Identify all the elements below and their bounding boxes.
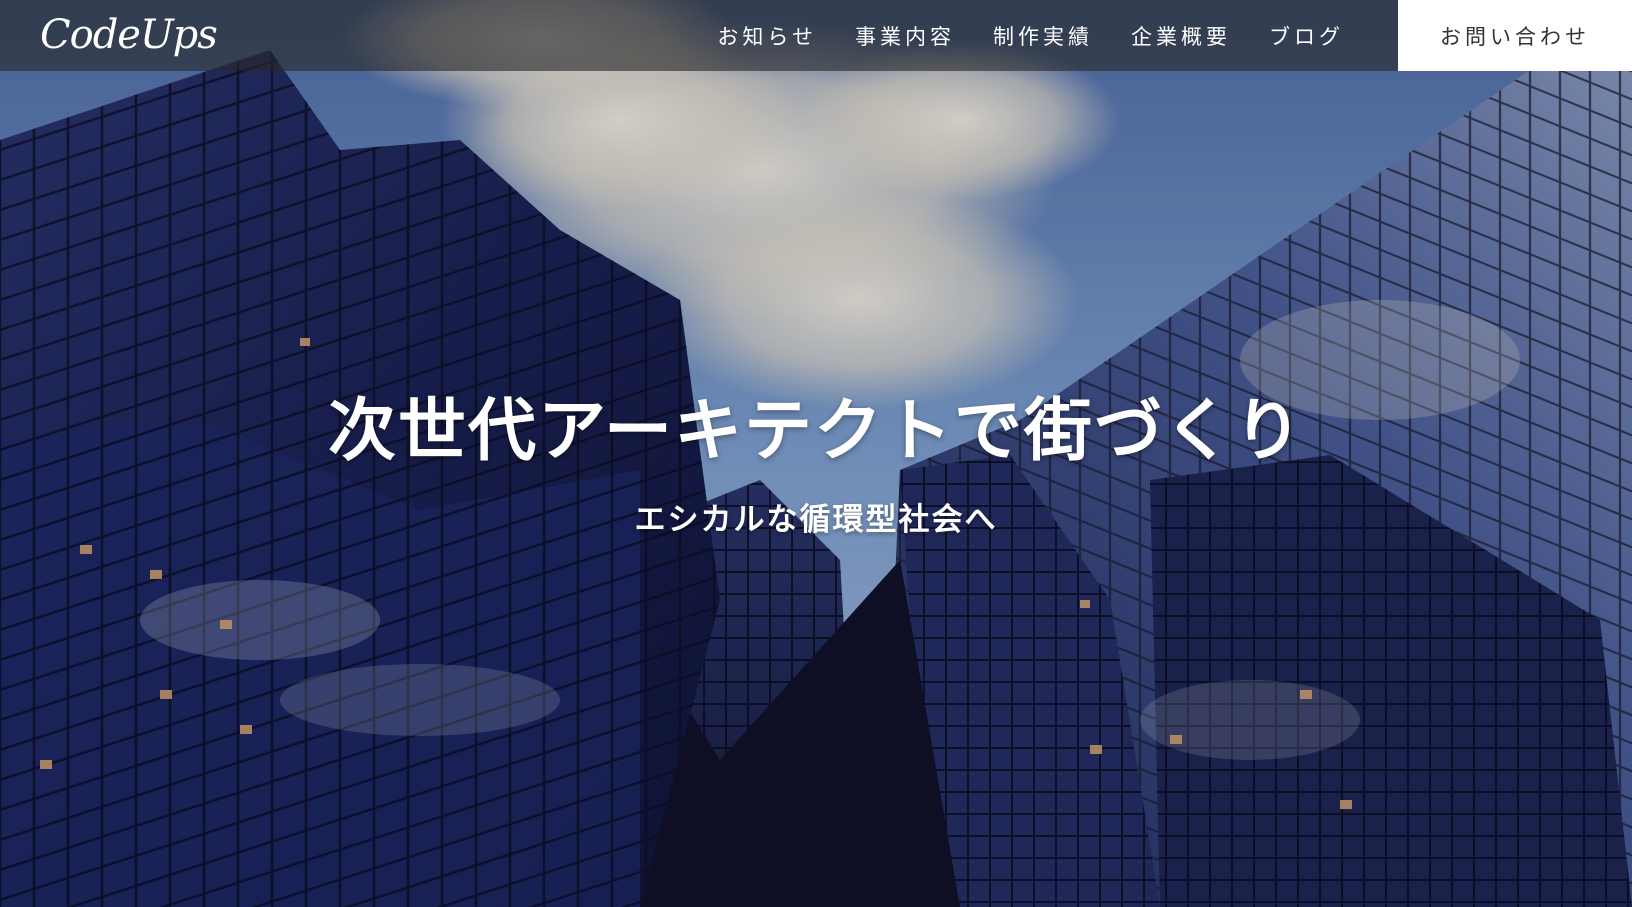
- nav-item-services[interactable]: 事業内容: [855, 21, 955, 51]
- nav-item-company[interactable]: 企業概要: [1131, 21, 1231, 51]
- hero-copy: 次世代アーキテクトで街づくり エシカルな循環型社会へ: [0, 390, 1632, 540]
- global-nav: お知らせ 事業内容 制作実績 企業概要 ブログ: [717, 0, 1344, 71]
- nav-item-blog[interactable]: ブログ: [1269, 21, 1344, 51]
- site-logo[interactable]: CodeUps: [40, 6, 218, 64]
- nav-item-works[interactable]: 制作実績: [993, 21, 1093, 51]
- hero-section: CodeUps お知らせ 事業内容 制作実績 企業概要 ブログ お問い合わせ 次…: [0, 0, 1632, 907]
- hero-subtitle: エシカルな循環型社会へ: [634, 502, 998, 538]
- site-header: CodeUps お知らせ 事業内容 制作実績 企業概要 ブログ お問い合わせ: [0, 0, 1632, 71]
- contact-button[interactable]: お問い合わせ: [1398, 0, 1632, 71]
- nav-item-news[interactable]: お知らせ: [717, 21, 817, 51]
- hero-title: 次世代アーキテクトで街づくり: [328, 392, 1304, 471]
